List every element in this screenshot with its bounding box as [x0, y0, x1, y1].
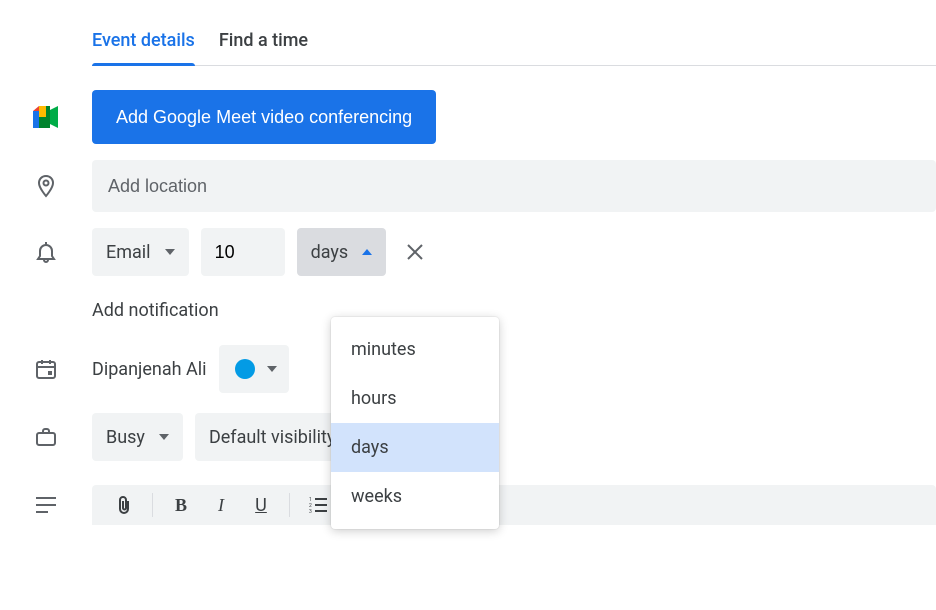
event-tabs: Event details Find a time	[92, 30, 936, 66]
description-toolbar: B I U 123	[92, 485, 936, 525]
toolbar-divider	[152, 493, 153, 517]
remove-notification-button[interactable]	[398, 235, 432, 269]
visibility-dropdown[interactable]: Default visibility	[195, 413, 343, 461]
add-notification-button[interactable]: Add notification	[92, 300, 219, 321]
location-pin-icon	[34, 174, 58, 198]
underline-button[interactable]: U	[243, 487, 279, 523]
calendar-icon	[35, 358, 57, 380]
event-color-picker[interactable]	[219, 345, 289, 393]
calendar-owner-name: Dipanjenah Ali	[92, 359, 207, 380]
notification-unit-dropdown[interactable]: days	[297, 228, 387, 276]
chevron-down-icon	[267, 366, 277, 372]
notification-method-dropdown[interactable]: Email	[92, 228, 189, 276]
tab-event-details[interactable]: Event details	[92, 30, 195, 65]
unit-option-days[interactable]: days	[331, 423, 499, 472]
chevron-down-icon	[159, 434, 169, 440]
briefcase-icon	[35, 426, 57, 448]
unit-option-weeks[interactable]: weeks	[331, 472, 499, 521]
chevron-down-icon	[165, 249, 175, 255]
toolbar-divider	[289, 493, 290, 517]
location-input[interactable]	[92, 160, 936, 212]
notification-unit-menu: minutes hours days weeks	[331, 317, 499, 529]
unit-option-minutes[interactable]: minutes	[331, 325, 499, 374]
availability-dropdown[interactable]: Busy	[92, 413, 183, 461]
description-icon	[35, 496, 57, 514]
unit-option-hours[interactable]: hours	[331, 374, 499, 423]
bold-button[interactable]: B	[163, 487, 199, 523]
tab-find-time[interactable]: Find a time	[219, 30, 308, 65]
color-swatch	[235, 359, 255, 379]
google-meet-icon	[33, 106, 59, 128]
chevron-up-icon	[362, 249, 372, 255]
italic-button[interactable]: I	[203, 487, 239, 523]
bell-icon	[34, 240, 58, 264]
add-google-meet-button[interactable]: Add Google Meet video conferencing	[92, 90, 436, 144]
attach-file-button[interactable]	[106, 487, 142, 523]
svg-text:3: 3	[309, 509, 312, 513]
notification-count-input[interactable]	[201, 228, 285, 276]
